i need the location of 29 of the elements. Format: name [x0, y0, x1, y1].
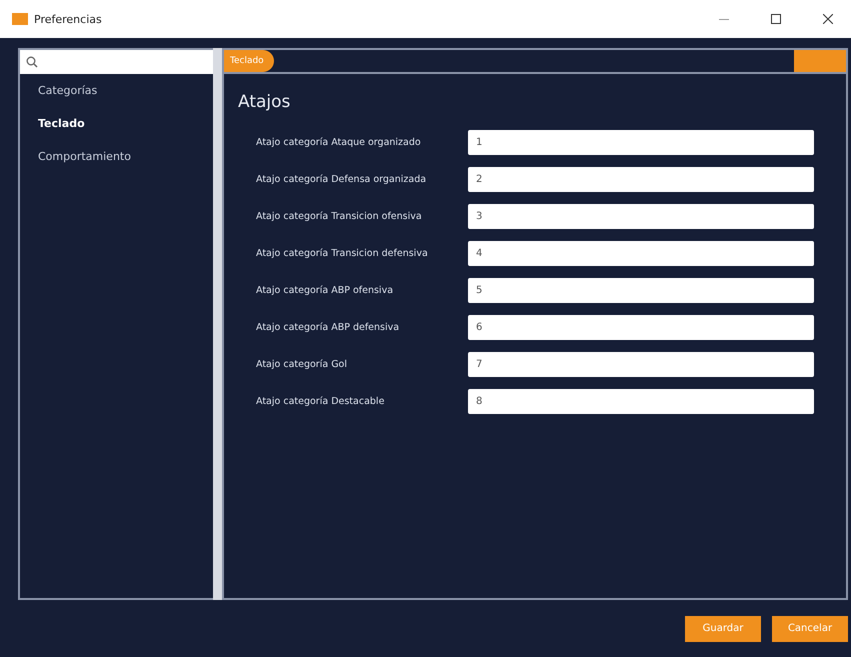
maximize-icon [771, 14, 781, 24]
sidebar-item[interactable]: Teclado [20, 107, 213, 140]
sidebar-item[interactable]: Comportamiento [20, 140, 213, 173]
field-label: Atajo categoría ABP defensiva [256, 322, 400, 333]
field-label: Atajo categoría Ataque organizado [256, 137, 422, 148]
field-label: Atajo categoría ABP ofensiva [256, 285, 394, 296]
shortcut-field[interactable]: 3 [468, 204, 814, 229]
close-icon [823, 14, 833, 24]
app-icon [12, 13, 28, 25]
shortcut-field[interactable]: 2 [468, 167, 814, 192]
tab-menu-button[interactable] [794, 50, 846, 72]
search-field[interactable] [20, 50, 213, 74]
field-label: Atajo categoría Gol [256, 359, 348, 370]
shortcut-field[interactable]: 6 [468, 315, 814, 340]
scrollbar[interactable] [213, 48, 222, 600]
sidebar-item[interactable]: Categorías [20, 74, 213, 107]
shortcut-field[interactable]: 7 [468, 352, 814, 377]
section-title: Atajos [238, 92, 292, 112]
field-label: Atajo categoría Transicion ofensiva [256, 211, 423, 222]
search-icon [26, 56, 38, 68]
shortcut-field[interactable]: 4 [468, 241, 814, 266]
window-title: Preferencias [34, 12, 103, 26]
shortcut-field[interactable]: 5 [468, 278, 814, 303]
field-label: Atajo categoría Destacable [256, 396, 386, 407]
field-label: Atajo categoría Defensa organizada [256, 174, 428, 185]
minimize-icon [719, 18, 729, 20]
shortcut-field[interactable]: 1 [468, 130, 814, 155]
field-label: Atajo categoría Transicion defensiva [256, 248, 429, 259]
shortcut-field[interactable]: 8 [468, 389, 814, 414]
